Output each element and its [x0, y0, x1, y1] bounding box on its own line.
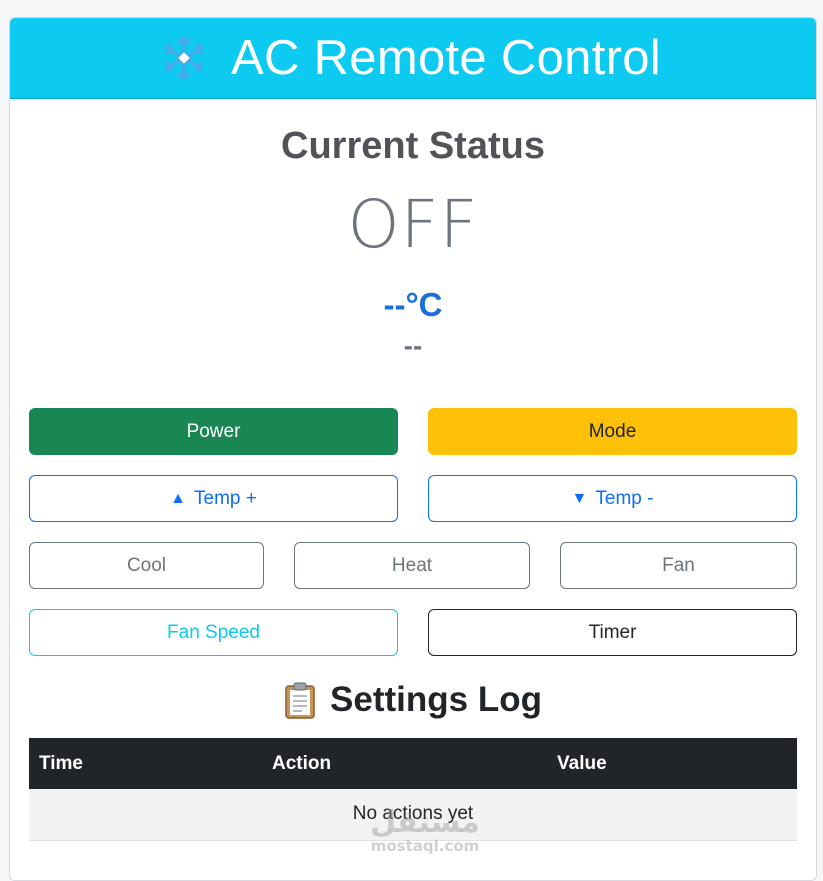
power-status-display: OFF — [347, 186, 479, 263]
temperature-row: ▲ Temp + ▼ Temp - — [29, 475, 797, 522]
table-row: No actions yet — [29, 789, 797, 841]
triangle-up-icon: ▲ — [170, 489, 186, 507]
empty-log-message: No actions yet — [29, 789, 797, 841]
heat-button-label: Heat — [391, 554, 433, 576]
power-button-label: Power — [186, 420, 241, 442]
mode-display: -- — [403, 330, 423, 361]
card-header: AC Remote Control — [10, 18, 816, 99]
ac-remote-card: AC Remote Control Current Status OFF --°… — [9, 17, 817, 881]
clipboard-icon — [285, 682, 315, 719]
timer-button[interactable]: Timer — [428, 609, 797, 656]
fan-button[interactable]: Fan — [560, 542, 797, 589]
table-body: No actions yet — [29, 789, 797, 841]
table-header-row: Time Action Value — [29, 738, 797, 789]
settings-log-table: Time Action Value No actions yet — [29, 738, 797, 841]
temp-down-button[interactable]: ▼ Temp - — [428, 475, 797, 522]
settings-log-title: Settings Log — [330, 680, 542, 719]
app-title: AC Remote Control — [231, 31, 661, 85]
temp-up-button[interactable]: ▲ Temp + — [29, 475, 398, 522]
column-header-action: Action — [272, 752, 332, 774]
mode-select-row: Cool Heat Fan — [29, 542, 797, 589]
temperature-display: --°C — [383, 286, 443, 323]
triangle-down-icon: ▼ — [571, 489, 588, 507]
cool-button[interactable]: Cool — [29, 542, 264, 589]
fan-button-label: Fan — [662, 554, 695, 576]
fan-speed-button-label: Fan Speed — [167, 621, 260, 643]
timer-button-label: Timer — [588, 621, 637, 643]
heat-button[interactable]: Heat — [294, 542, 530, 589]
power-button[interactable]: Power — [29, 408, 398, 455]
temp-down-label: Temp - — [595, 487, 654, 509]
column-header-value: Value — [557, 752, 607, 774]
snowflake-icon — [164, 35, 204, 81]
cool-button-label: Cool — [126, 554, 167, 576]
card-body: Current Status OFF --°C -- — [10, 123, 816, 365]
fan-speed-button[interactable]: Fan Speed — [29, 609, 398, 656]
settings-log-heading: Settings Log — [29, 678, 797, 722]
mode-button[interactable]: Mode — [428, 408, 797, 455]
fan-timer-row: Fan Speed Timer — [29, 609, 797, 656]
status-heading: Current Status — [281, 125, 545, 167]
temp-up-label: Temp + — [194, 487, 257, 509]
power-mode-row: Power Mode — [29, 408, 797, 455]
table-header: Time Action Value — [29, 738, 797, 789]
column-header-time: Time — [39, 752, 84, 774]
mode-button-label: Mode — [588, 420, 637, 442]
